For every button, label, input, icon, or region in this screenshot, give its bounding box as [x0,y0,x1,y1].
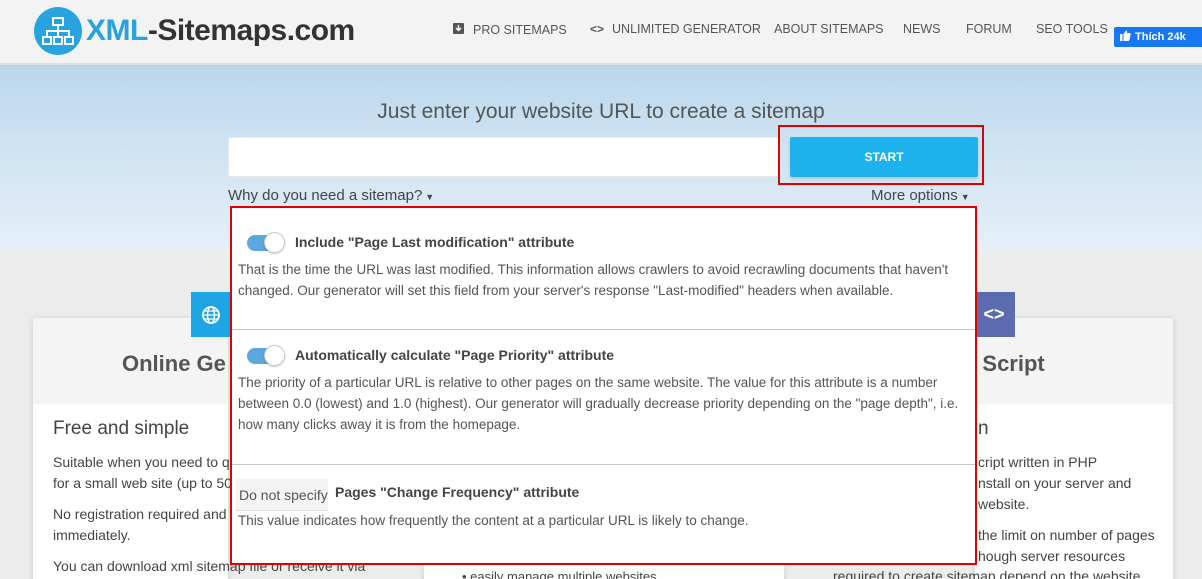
change-frequency-select[interactable]: Do not specify [236,479,328,511]
more-options-panel: Include "Page Last modification" attribu… [230,206,977,565]
site-logo[interactable]: XML-Sitemaps.com [34,7,355,55]
caret-down-icon: ▼ [960,192,970,202]
why-sitemap-link[interactable]: Why do you need a sitemap? ▼ [228,187,434,204]
lastmod-toggle[interactable] [247,232,285,253]
right-card-subtitle: n [978,418,989,439]
nav-about-sitemaps[interactable]: ABOUT SITEMAPS [774,22,884,36]
priority-description: The priority of a particular URL is rela… [238,375,959,432]
nav-seo-tools[interactable]: SEO TOOLS [1036,22,1108,36]
facebook-like-button[interactable]: Thích 24k [1114,27,1202,47]
priority-label: Automatically calculate "Page Priority" … [295,347,615,363]
left-card-text: No registration required and y [53,506,238,522]
nav-pro-sitemaps[interactable]: PRO SITEMAPS [452,22,567,38]
logo-text: XML-Sitemaps.com [86,14,355,47]
sitemap-logo-icon [34,7,82,55]
change-frequency-label: Pages "Change Frequency" attribute [335,484,580,500]
right-card-text: hough server resources [978,548,1126,564]
right-card-text: cript written in PHP [978,454,1098,470]
caret-down-icon: ▼ [425,192,435,202]
card-title-online-generator: Online Ge [122,351,226,376]
lastmod-description: That is the time the URL was last modifi… [238,262,949,298]
divider [232,464,975,465]
left-card-text: immediately. [53,527,131,543]
nav-unlimited-generator[interactable]: <> UNLIMITED GENERATOR [590,22,761,36]
globe-icon [191,292,230,337]
right-card-text: the limit on number of pages [978,527,1155,543]
right-card-text: website. [978,496,1030,512]
nav-news[interactable]: NEWS [903,22,941,36]
download-box-icon [452,22,465,38]
nav-forum[interactable]: FORUM [966,22,1012,36]
website-url-input[interactable] [228,137,780,177]
divider [232,329,975,330]
hero-title: Just enter your website URL to create a … [377,100,825,123]
site-header: XML-Sitemaps.com PRO SITEMAPS <> UNLIMIT… [0,0,1202,64]
right-card-text: nstall on your server and [978,475,1132,491]
code-icon: <> [973,292,1015,337]
change-frequency-description: This value indicates how frequently the … [238,513,749,528]
left-card-text: for a small web site (up to 50 [53,475,232,491]
priority-toggle[interactable] [247,345,285,366]
free-and-simple-heading: Free and simple [53,418,190,439]
start-button[interactable]: START [790,137,978,177]
more-options-link[interactable]: More options ▼ [871,187,970,204]
thumbs-up-icon [1120,30,1131,44]
left-card-text: Suitable when you need to qu [53,454,238,470]
right-card-text: required to create sitemap depend on the… [833,568,1141,579]
middle-card-text: • easily manage multiple websites [462,569,657,579]
code-icon: <> [590,22,605,36]
lastmod-label: Include "Page Last modification" attribu… [295,234,575,250]
